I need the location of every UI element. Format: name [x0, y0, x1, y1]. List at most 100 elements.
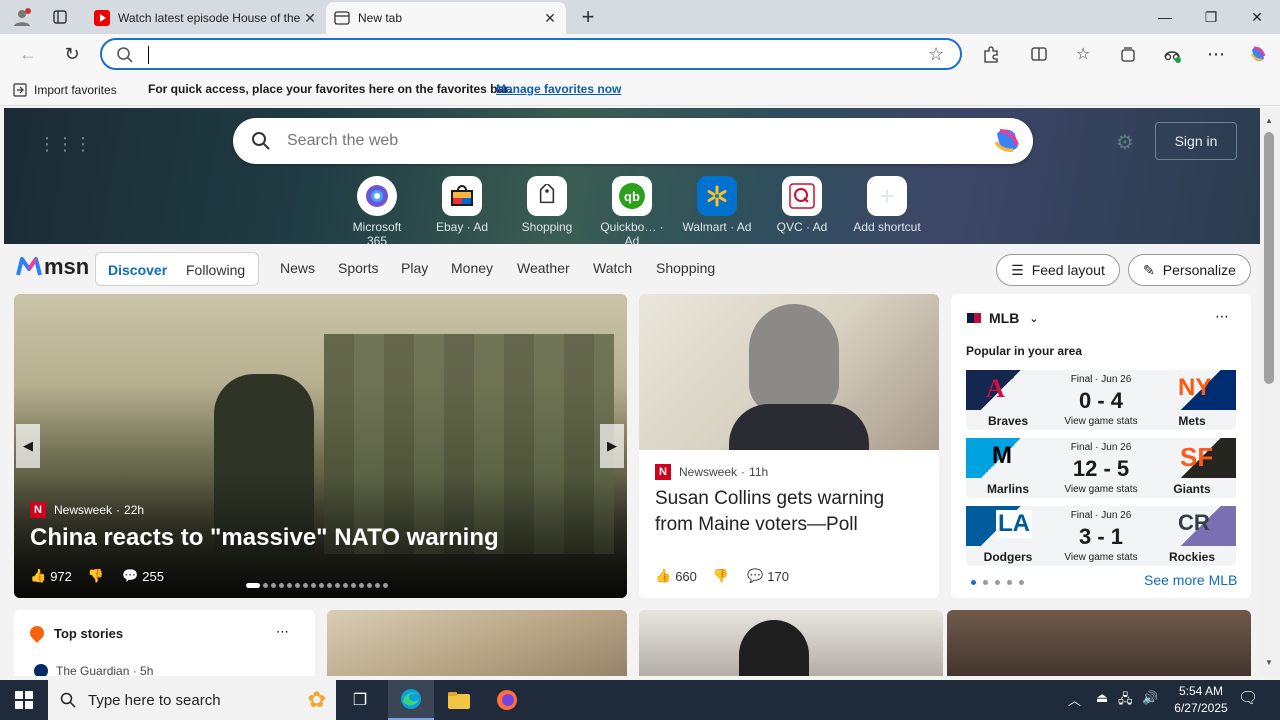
favorites-icon[interactable]: ☆ — [1067, 38, 1099, 70]
taskbar-clock[interactable]: 5:54 AM 6/27/2025 — [1166, 683, 1236, 717]
sign-in-button[interactable]: Sign in — [1155, 122, 1237, 160]
side-story-card[interactable]: N Newsweek · 11h Susan Collins gets warn… — [639, 294, 939, 598]
favorites-bar: Import favorites For quick access, place… — [0, 74, 1280, 106]
carousel-next-button[interactable]: ▶ — [600, 424, 624, 468]
comment-icon[interactable]: 💬 — [122, 568, 138, 584]
close-window-icon[interactable]: ✕ — [1234, 0, 1280, 34]
nav-weather[interactable]: Weather — [517, 260, 570, 276]
more-options-icon[interactable]: ⋯ — [1200, 38, 1232, 70]
taskbar-search-box[interactable]: Type here to search ✿ — [48, 680, 336, 720]
copilot-icon[interactable] — [991, 126, 1023, 156]
tab-discover[interactable]: Discover — [108, 262, 167, 278]
msn-logo[interactable]: msn — [16, 254, 89, 280]
app-launcher-icon[interactable]: ⋮⋮⋮ — [38, 134, 92, 155]
view-game-stats-link[interactable]: View game stats — [1048, 484, 1154, 495]
web-search-box[interactable] — [233, 118, 1033, 164]
refresh-icon[interactable]: ↻ — [56, 38, 88, 70]
scrollbar-thumb[interactable] — [1264, 132, 1274, 384]
nav-money[interactable]: Money — [451, 260, 493, 276]
mlb-game-row[interactable]: M Marlins Final · Jun 26 12 - 5 View gam… — [966, 438, 1236, 498]
close-tab-icon[interactable]: ✕ — [302, 10, 318, 27]
nav-sports[interactable]: Sports — [338, 260, 378, 276]
carousel-prev-button[interactable]: ◀ — [16, 424, 40, 468]
nav-watch[interactable]: Watch — [593, 260, 632, 276]
extensions-icon[interactable] — [975, 38, 1007, 70]
side-headline[interactable]: Susan Collins gets warning from Maine vo… — [655, 486, 925, 538]
collections-icon[interactable] — [1112, 38, 1144, 70]
firefox-icon[interactable] — [484, 680, 530, 720]
new-tab-plus-icon[interactable]: + — [572, 1, 604, 33]
settings-gear-icon[interactable]: ⚙ — [1116, 130, 1134, 155]
dislike-icon[interactable]: 👎 — [713, 568, 729, 584]
mlb-game-row[interactable]: A Braves Final · Jun 26 0 - 4 View game … — [966, 370, 1236, 430]
restore-icon[interactable]: ❐ — [1188, 0, 1234, 34]
minimize-icon[interactable]: — — [1142, 0, 1188, 34]
browser-essentials-icon[interactable] — [1156, 38, 1188, 70]
tab-following[interactable]: Following — [186, 262, 245, 278]
file-explorer-icon[interactable] — [436, 680, 482, 720]
shortcut-ebay[interactable]: Ebay · Ad — [427, 176, 497, 234]
shortcut-microsoft-365[interactable]: Microsoft 365 — [342, 176, 412, 248]
tab-new-tab[interactable]: New tab ✕ — [326, 2, 566, 34]
chevron-down-icon[interactable]: ⌄ — [1029, 312, 1038, 325]
like-count: 972 — [50, 568, 72, 584]
profile-icon[interactable] — [6, 1, 38, 33]
notification-icon[interactable]: 🗨 — [1238, 688, 1258, 708]
game-status: Final · Jun 26 — [1070, 510, 1132, 521]
shortcut-shopping[interactable]: Shopping — [512, 176, 582, 234]
rockies-logo-icon: CR — [1178, 510, 1210, 535]
scroll-down-icon[interactable]: ▼ — [1265, 658, 1273, 667]
nav-news[interactable]: News — [280, 260, 315, 276]
shortcut-walmart[interactable]: Walmart · Ad — [682, 176, 752, 234]
walmart-spark-icon — [697, 176, 737, 216]
personalize-button[interactable]: ✎ Personalize — [1128, 254, 1251, 286]
more-options-icon[interactable]: ⋯ — [1215, 308, 1229, 325]
mlb-game-row[interactable]: LA Dodgers Final · Jun 26 3 - 1 View gam… — [966, 506, 1236, 566]
start-button[interactable] — [0, 680, 48, 720]
guardian-logo-icon — [34, 664, 48, 676]
nav-shopping[interactable]: Shopping — [656, 260, 715, 276]
split-screen-icon[interactable] — [1023, 38, 1055, 70]
photo-story-card[interactable] — [639, 610, 943, 676]
show-hidden-icons[interactable]: ︿ — [1068, 690, 1081, 709]
copilot-icon[interactable] — [1242, 38, 1274, 70]
scroll-up-icon[interactable]: ▲ — [1265, 116, 1273, 125]
shortcut-qvc[interactable]: QVC · Ad — [767, 176, 837, 234]
tab-title: Watch latest episode House of the Dragon — [118, 11, 302, 25]
comment-count: 170 — [767, 568, 789, 584]
add-shortcut-button[interactable]: + Add shortcut — [852, 176, 922, 234]
hero-story-card[interactable]: ◀ ▶ N Newsweek · 22h China reacts to "ma… — [14, 294, 627, 598]
more-options-icon[interactable]: ⋯ — [276, 624, 289, 640]
usb-icon[interactable]: ⏏ — [1096, 690, 1108, 706]
task-view-icon[interactable]: ❐ — [340, 680, 380, 720]
manage-favorites-link[interactable]: Manage favorites now — [496, 82, 621, 96]
back-icon[interactable]: ← — [12, 38, 44, 70]
favorite-star-icon[interactable]: ☆ — [928, 44, 944, 65]
search-input[interactable] — [287, 128, 937, 154]
view-game-stats-link[interactable]: View game stats — [1048, 416, 1154, 427]
tab-actions-icon[interactable] — [44, 1, 76, 33]
tab-house-of-dragon[interactable]: Watch latest episode House of the Dragon… — [86, 2, 326, 34]
money-story-card[interactable] — [327, 610, 627, 676]
dislike-icon[interactable]: 👎 — [88, 568, 104, 584]
edge-taskbar-icon[interactable] — [388, 680, 434, 720]
see-more-mlb-link[interactable]: See more MLB — [1144, 572, 1237, 588]
hero-headline[interactable]: China reacts to "massive" NATO warning — [30, 524, 499, 552]
shortcut-quickbooks[interactable]: qb Quickbo… · Ad — [597, 176, 667, 248]
close-tab-icon[interactable]: ✕ — [542, 10, 558, 27]
import-favorites-button[interactable]: Import favorites — [12, 82, 117, 98]
nav-play[interactable]: Play — [401, 260, 428, 276]
like-icon[interactable]: 👍 — [655, 568, 671, 584]
feed-layout-button[interactable]: ☰ Feed layout — [996, 254, 1120, 286]
network-icon[interactable]: 🖧 — [1118, 690, 1133, 712]
volume-icon[interactable]: 🔊 — [1142, 690, 1158, 706]
view-game-stats-link[interactable]: View game stats — [1048, 552, 1154, 563]
first-story-source[interactable]: The Guardian · 5h — [34, 664, 153, 676]
like-icon[interactable]: 👍 — [30, 568, 46, 584]
page-scrollbar[interactable]: ▲ ▼ — [1260, 108, 1280, 676]
video-story-card[interactable] — [947, 610, 1251, 676]
import-icon — [13, 83, 27, 97]
comment-icon[interactable]: 💬 — [747, 568, 763, 584]
address-bar[interactable]: ☆ — [100, 38, 962, 70]
mlb-header[interactable]: MLB ⌄ — [967, 310, 1039, 326]
